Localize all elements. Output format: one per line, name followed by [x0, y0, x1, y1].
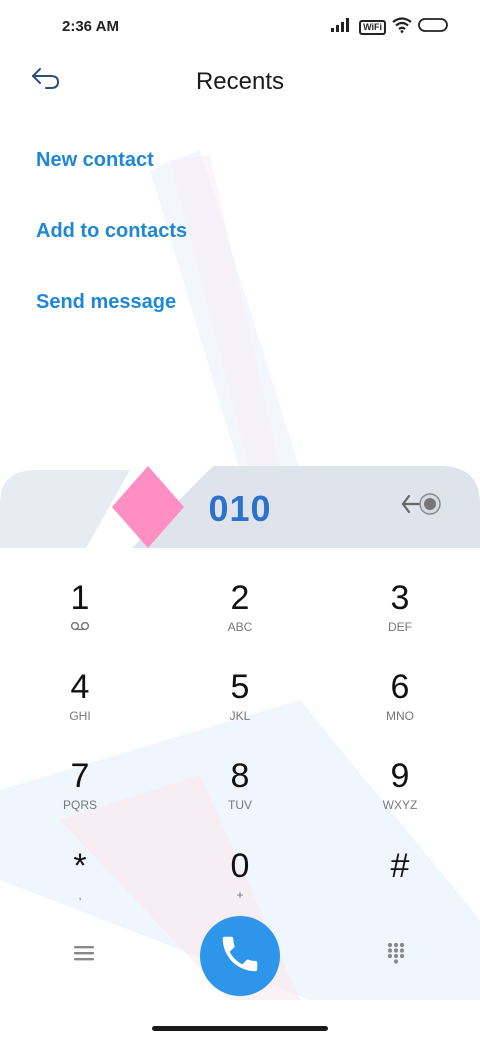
wifi-icon — [392, 17, 412, 38]
backspace-icon — [401, 491, 443, 522]
bottom-bar — [0, 912, 480, 996]
key-letters: DEF — [388, 620, 412, 634]
wifi-badge-icon: WiFi — [359, 20, 386, 35]
key-digit: 0 — [230, 847, 250, 885]
key-letters: TUV — [228, 798, 252, 812]
header: Recents — [0, 56, 480, 108]
key-digit: 2 — [230, 579, 250, 617]
key-digit: 6 — [390, 668, 410, 706]
menu-button[interactable] — [66, 940, 102, 970]
backspace-button[interactable] — [400, 488, 444, 524]
voicemail-icon — [0, 620, 160, 634]
key-digit: 1 — [70, 579, 90, 617]
key-digit: 9 — [390, 757, 410, 795]
signal-icon — [331, 18, 353, 37]
phone-icon — [217, 931, 263, 982]
key-letters: WXYZ — [382, 798, 418, 812]
status-time: 2:36 AM — [62, 18, 119, 35]
key-letters: + — [236, 888, 244, 902]
key-digit: 3 — [390, 579, 410, 617]
page-title: Recents — [195, 68, 285, 95]
battery-icon — [418, 17, 450, 38]
send-message-link[interactable]: Send message — [36, 288, 187, 359]
key-letters — [320, 888, 480, 902]
key-3[interactable]: 3 DEF — [320, 570, 480, 658]
key-digit: 5 — [230, 668, 250, 706]
key-9[interactable]: 9 WXYZ — [320, 748, 480, 836]
new-contact-link[interactable]: New contact — [36, 146, 187, 217]
key-letters: JKL — [229, 709, 251, 723]
key-digit: * — [73, 847, 87, 885]
key-8[interactable]: 8 TUV — [160, 748, 320, 836]
key-2[interactable]: 2 ABC — [160, 570, 320, 658]
add-to-contacts-link[interactable]: Add to contacts — [36, 217, 187, 288]
key-4[interactable]: 4 GHI — [0, 659, 160, 747]
key-5[interactable]: 5 JKL — [160, 659, 320, 747]
key-7[interactable]: 7 PQRS — [0, 748, 160, 836]
dialpad-toggle-button[interactable] — [378, 938, 414, 972]
call-button[interactable] — [200, 916, 280, 996]
key-letters: PQRS — [62, 798, 97, 812]
key-digit: 8 — [230, 757, 250, 795]
home-indicator[interactable] — [152, 1026, 328, 1031]
key-1[interactable]: 1 — [0, 570, 160, 658]
menu-icon — [74, 945, 94, 966]
action-list: New contact Add to contacts Send message — [36, 146, 187, 359]
key-digit: 4 — [70, 668, 90, 706]
status-bar: 2:36 AM WiFi — [0, 0, 480, 56]
key-digit: 7 — [70, 757, 90, 795]
key-digit: # — [390, 847, 410, 885]
key-letters: GHI — [69, 709, 91, 723]
key-letters: MNO — [386, 709, 414, 723]
key-6[interactable]: 6 MNO — [320, 659, 480, 747]
key-letters: , — [78, 888, 82, 902]
key-letters: ABC — [227, 620, 253, 634]
status-icons: WiFi — [331, 17, 450, 38]
dialpad-icon — [387, 942, 405, 969]
